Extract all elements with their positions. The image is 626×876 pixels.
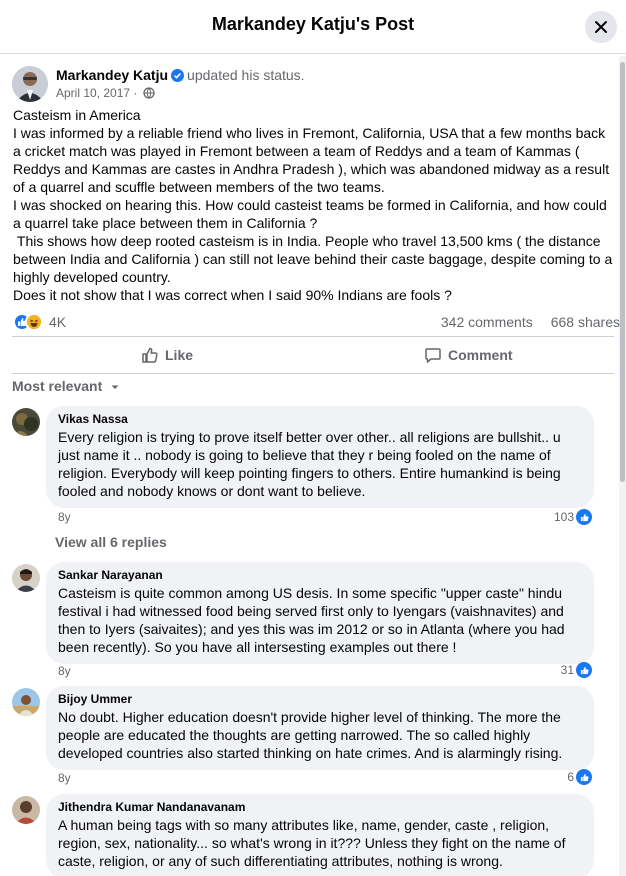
comment-likes[interactable]: 31	[561, 662, 592, 678]
author-avatar[interactable]	[12, 66, 48, 102]
author-line: Markandey Katju updated his status.	[56, 67, 305, 85]
comment-like-count: 6	[567, 770, 574, 784]
comment-like-count: 31	[560, 663, 574, 677]
comment-sort-dropdown[interactable]: Most relevant	[12, 378, 120, 394]
commenter-avatar[interactable]	[12, 408, 40, 436]
post-date[interactable]: April 10, 2017 ·	[56, 86, 137, 100]
globe-icon	[143, 87, 155, 99]
commenter-avatar[interactable]	[12, 688, 40, 716]
commenter-name[interactable]: Sankar Narayanan	[58, 568, 582, 582]
commenter-avatar[interactable]	[12, 796, 40, 824]
commenter-name[interactable]: Bijoy Ummer	[58, 692, 582, 706]
comment-likes[interactable]: 6	[567, 769, 592, 785]
like-reaction-icon	[576, 662, 592, 678]
comment-label: Comment	[448, 347, 513, 363]
post-paragraph: Does it not show that I was correct when…	[13, 287, 452, 303]
author-name[interactable]: Markandey Katju	[56, 67, 168, 83]
commenter-name[interactable]: Jithendra Kumar Nandanavanam	[58, 800, 582, 814]
reactions-summary[interactable]: 4K	[13, 312, 66, 332]
commenter-avatar[interactable]	[12, 564, 40, 592]
comment-bubble: Sankar Narayanan Casteism is quite commo…	[46, 562, 594, 664]
commenter-name[interactable]: Vikas Nassa	[58, 412, 582, 426]
like-reaction-icon	[576, 769, 592, 785]
close-icon	[595, 21, 607, 33]
comment-likes[interactable]: 103	[554, 509, 592, 525]
haha-reaction-icon	[25, 313, 43, 331]
comment-like-count: 103	[553, 510, 574, 524]
verified-badge-icon	[171, 69, 185, 85]
post-paragraph: Casteism in America	[13, 107, 141, 123]
comment-text: No doubt. Higher education doesn't provi…	[58, 709, 565, 761]
post-stats: 342 comments 668 shares	[441, 314, 620, 330]
like-reaction-icon	[576, 509, 592, 525]
post-date-line: April 10, 2017 ·	[56, 86, 155, 100]
view-replies-link[interactable]: View all 6 replies	[55, 534, 167, 550]
divider	[12, 373, 614, 374]
comment-text: Casteism is quite common among US desis.…	[58, 585, 569, 655]
thumbs-up-icon	[142, 347, 158, 363]
comment-age[interactable]: 8y	[58, 510, 71, 524]
author-action: updated his status.	[187, 67, 305, 83]
comment-age[interactable]: 8y	[58, 664, 71, 678]
shares-count[interactable]: 668 shares	[551, 314, 620, 330]
post-paragraph: I was informed by a reliable friend who …	[13, 125, 613, 195]
comment-bubble: Jithendra Kumar Nandanavanam A human bei…	[46, 794, 594, 876]
divider	[12, 336, 614, 337]
comment-age[interactable]: 8y	[58, 771, 71, 785]
comment-text: Every religion is trying to prove itself…	[58, 429, 565, 499]
comment-bubble: Vikas Nassa Every religion is trying to …	[46, 406, 594, 508]
comment-button[interactable]: Comment	[424, 340, 513, 370]
sort-label: Most relevant	[12, 378, 103, 394]
modal-title: Markandey Katju's Post	[211, 14, 415, 34]
modal-header: Markandey Katju's Post	[0, 0, 626, 54]
comment-text: A human being tags with so many attribut…	[58, 817, 570, 869]
comment-icon	[425, 348, 441, 363]
comment-bubble: Bijoy Ummer No doubt. Higher education d…	[46, 686, 594, 770]
post-paragraph: This shows how deep rooted casteism is i…	[13, 233, 617, 285]
close-button[interactable]	[585, 11, 617, 43]
comments-count[interactable]: 342 comments	[441, 314, 533, 330]
scrollbar-thumb[interactable]	[620, 62, 625, 482]
like-button[interactable]: Like	[141, 340, 193, 370]
chevron-down-icon	[111, 385, 119, 389]
post-body: Casteism in America I was informed by a …	[13, 106, 613, 304]
like-label: Like	[165, 347, 194, 363]
post-paragraph: I was shocked on hearing this. How could…	[13, 197, 611, 231]
reaction-count: 4K	[49, 314, 67, 330]
